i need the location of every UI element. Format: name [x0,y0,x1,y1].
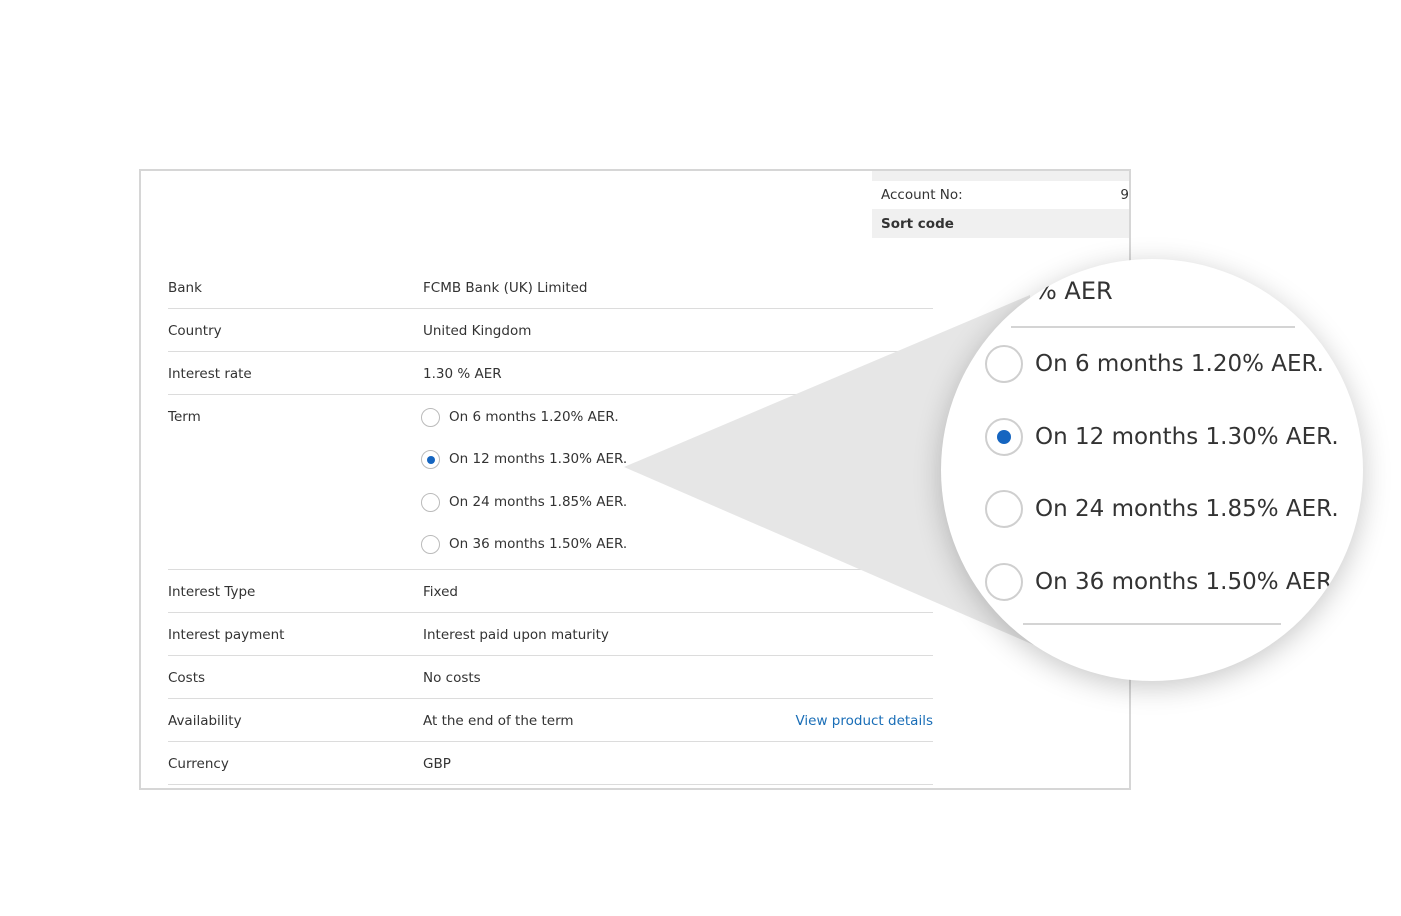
zoom-radio-button [985,563,1023,601]
magnifier-zoom-circle: % AER On 6 months 1.20% AER. On 12 month… [941,259,1363,681]
zoom-divider [1023,623,1281,625]
zoom-term-option-label: On 6 months 1.20% AER. [1035,351,1324,377]
zoom-divider [1011,326,1295,328]
zoom-term-option-label: On 12 months 1.30% AER. [1035,424,1339,450]
zoom-term-option-6-months: On 6 months 1.20% AER. [985,344,1324,384]
zoom-term-option-36-months: On 36 months 1.50% AER. [985,562,1339,602]
zoom-term-option-label: On 36 months 1.50% AER. [1035,569,1339,595]
zoom-term-option-label: On 24 months 1.85% AER. [1035,496,1339,522]
zoom-term-option-24-months: On 24 months 1.85% AER. [985,489,1339,529]
zoom-radio-button [985,345,1023,383]
zoom-interest-rate-fragment: % AER [1034,277,1113,305]
zoom-radio-button-selected [985,418,1023,456]
zoom-radio-button [985,490,1023,528]
zoom-term-option-12-months: On 12 months 1.30% AER. [985,417,1339,457]
